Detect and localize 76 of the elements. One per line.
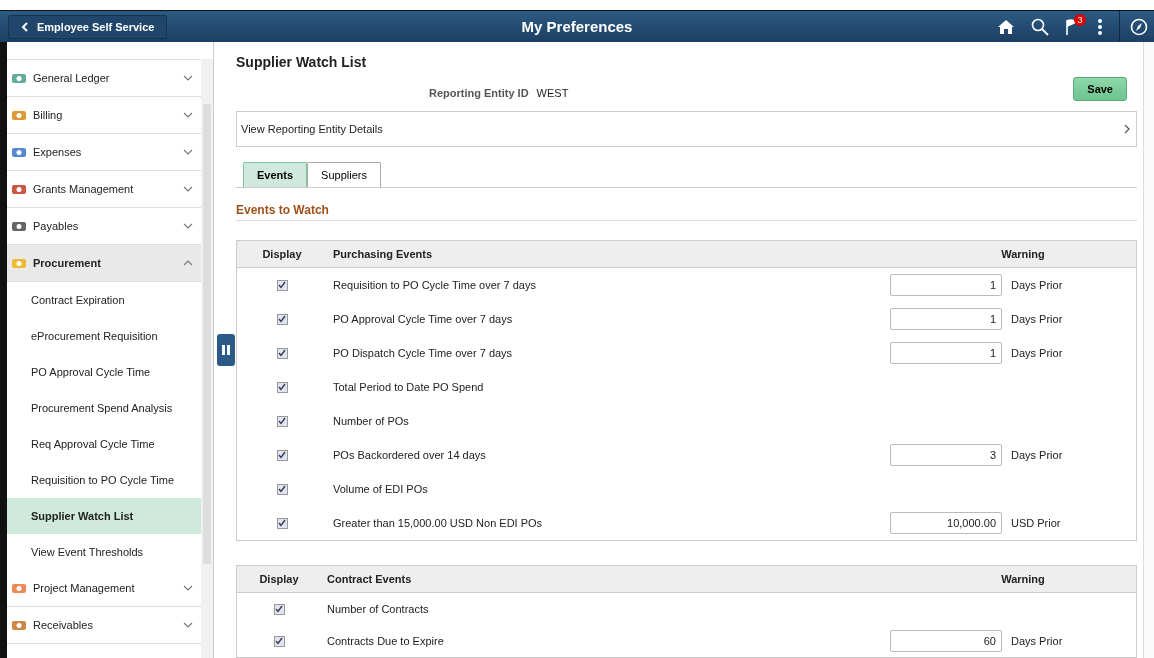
event-label: Contracts Due to Expire xyxy=(326,635,445,647)
column-header: Warning xyxy=(1000,573,1046,585)
pause-icon xyxy=(222,345,230,355)
checkbox[interactable] xyxy=(276,483,288,495)
event-label: Number of Contracts xyxy=(326,603,430,615)
column-header: Purchasing Events xyxy=(332,248,434,260)
sidebar-item[interactable]: Req Approval Cycle Time xyxy=(7,426,201,462)
unit-label: Days Prior xyxy=(1011,313,1063,325)
chevron-down-icon xyxy=(183,186,193,192)
sidebar-item[interactable]: Supplier Watch List xyxy=(7,498,201,534)
chevron-right-icon xyxy=(1124,124,1130,135)
warning-input[interactable]: 10,000.00 xyxy=(890,512,1002,534)
more-options-icon[interactable] xyxy=(1097,17,1103,36)
column-header: Display xyxy=(261,248,303,260)
unit-label: Days Prior xyxy=(1011,449,1063,461)
event-label: PO Approval Cycle Time over 7 days xyxy=(332,313,514,325)
event-label: Total Period to Date PO Spend xyxy=(332,381,485,393)
column-header: Warning xyxy=(1000,248,1046,260)
sidebar-item[interactable]: Requisition to PO Cycle Time xyxy=(7,462,201,498)
event-label: Requisition to PO Cycle Time over 7 days xyxy=(332,279,537,291)
scrollbar[interactable] xyxy=(201,59,213,658)
field-value: WEST xyxy=(536,87,569,101)
checkbox[interactable] xyxy=(276,415,288,427)
event-label: POs Backordered over 14 days xyxy=(332,449,487,461)
unit-label: USD Prior xyxy=(1011,517,1061,529)
search-icon[interactable] xyxy=(1031,17,1049,36)
warning-input[interactable]: 1 xyxy=(890,274,1002,296)
compass-icon[interactable] xyxy=(1130,17,1148,36)
chevron-down-icon xyxy=(183,149,193,155)
page-heading: Supplier Watch List xyxy=(236,54,367,70)
checkbox[interactable] xyxy=(273,603,285,615)
unit-label: Days Prior xyxy=(1011,635,1063,647)
checkbox[interactable] xyxy=(276,449,288,461)
sidebar-item[interactable]: PO Approval Cycle Time xyxy=(7,354,201,390)
chevron-up-icon xyxy=(183,260,193,266)
section-title: Events to Watch xyxy=(236,203,1137,221)
sidebar-group[interactable]: Procurement xyxy=(7,245,201,282)
checkbox[interactable] xyxy=(276,517,288,529)
sidebar-item[interactable]: Contract Expiration xyxy=(7,282,201,318)
sidebar-item[interactable]: View Event Thresholds xyxy=(7,534,201,570)
chevron-left-icon xyxy=(21,21,29,32)
page-title: My Preferences xyxy=(521,18,633,35)
unit-label: Days Prior xyxy=(1011,347,1063,359)
warning-input[interactable]: 60 xyxy=(890,630,1002,652)
details-link-row[interactable]: View Reporting Entity Details xyxy=(236,111,1137,147)
chevron-down-icon xyxy=(183,622,193,628)
chevron-down-icon xyxy=(183,75,193,81)
checkbox[interactable] xyxy=(276,279,288,291)
scrollbar[interactable] xyxy=(1143,42,1154,658)
unit-label: Days Prior xyxy=(1011,279,1063,291)
sidebar-item[interactable]: eProcurement Requisition xyxy=(7,318,201,354)
event-label: PO Dispatch Cycle Time over 7 days xyxy=(332,347,514,359)
warning-input[interactable]: 3 xyxy=(890,444,1002,466)
home-icon[interactable] xyxy=(997,17,1015,36)
event-label: Number of POs xyxy=(332,415,410,427)
collapse-handle[interactable] xyxy=(217,334,235,366)
column-header: Contract Events xyxy=(326,573,413,585)
column-header: Display xyxy=(258,573,300,585)
checkbox[interactable] xyxy=(276,313,288,325)
field-label: Reporting Entity ID xyxy=(429,87,529,101)
warning-input[interactable]: 1 xyxy=(890,342,1002,364)
checkbox[interactable] xyxy=(276,381,288,393)
sidebar-item[interactable]: Procurement Spend Analysis xyxy=(7,390,201,426)
chevron-down-icon xyxy=(183,585,193,591)
save-button[interactable]: Save xyxy=(1073,77,1127,101)
warning-input[interactable]: 1 xyxy=(890,308,1002,330)
tab[interactable]: Suppliers xyxy=(307,162,381,187)
chevron-down-icon xyxy=(183,112,193,118)
checkbox[interactable] xyxy=(273,635,285,647)
event-label: Greater than 15,000.00 USD Non EDI POs xyxy=(332,517,544,529)
back-button[interactable]: Employee Self Service xyxy=(8,14,168,39)
event-label: Volume of EDI POs xyxy=(332,483,429,495)
checkbox[interactable] xyxy=(276,347,288,359)
tab[interactable]: Events xyxy=(243,162,308,187)
chevron-down-icon xyxy=(183,223,193,229)
notification-badge: 3 xyxy=(1074,13,1086,26)
